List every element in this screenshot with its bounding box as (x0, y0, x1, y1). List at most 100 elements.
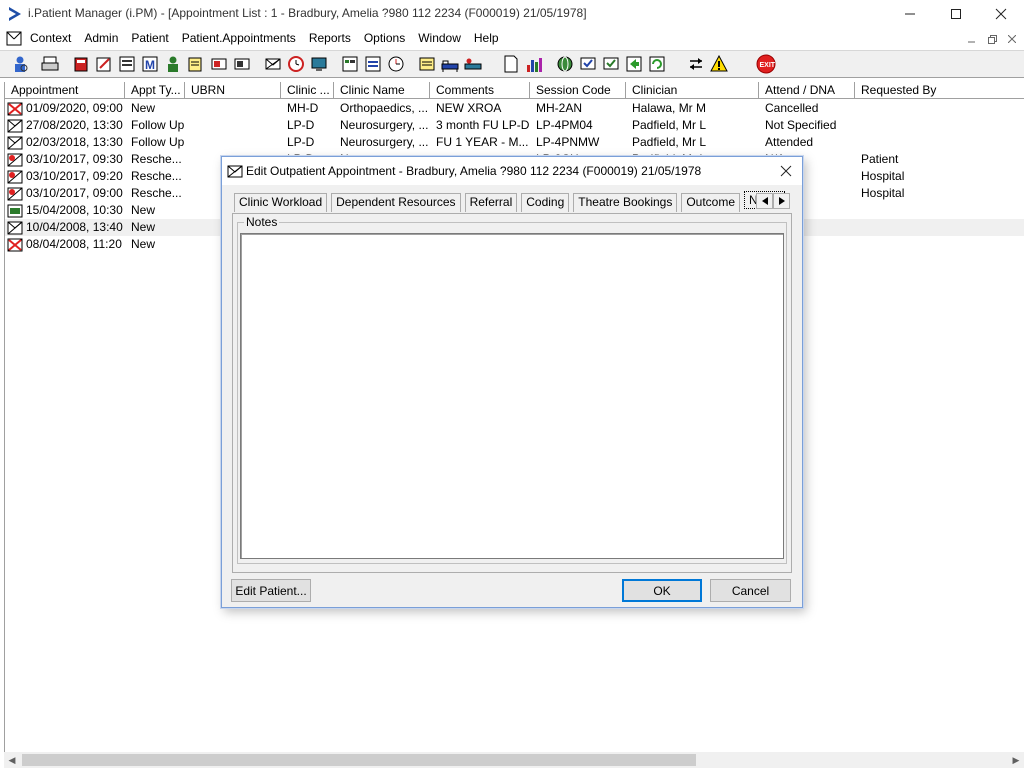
column-header-comments[interactable]: Comments (430, 82, 530, 99)
cell-requested-by (855, 236, 1024, 253)
toolbar-outcome-button[interactable] (601, 54, 621, 74)
toolbar-exit-button[interactable]: EXIT (756, 54, 776, 74)
cancelled-appointment-icon (7, 102, 23, 115)
swap-arrows-icon (690, 58, 702, 70)
toolbar-list-button[interactable] (340, 54, 360, 74)
toolbar-clock-button[interactable] (286, 54, 306, 74)
letter-m-icon: M (142, 56, 158, 72)
mdi-close-button[interactable] (1004, 32, 1020, 46)
bar-chart-icon (527, 58, 542, 72)
dialog-close-button[interactable] (776, 161, 796, 181)
menu-options[interactable]: Options (364, 31, 412, 45)
tab-outcome[interactable]: Outcome (681, 193, 741, 212)
tab-referral[interactable]: Referral (464, 193, 518, 212)
column-header-appointment[interactable]: Appointment (5, 82, 125, 99)
menu-bar: Context Admin Patient Patient.Appointmen… (0, 28, 1024, 49)
toolbar-note-button[interactable] (186, 54, 206, 74)
table-row[interactable]: 02/03/2018, 13:30 Follow Up LP-D Neurosurge… (5, 134, 1024, 151)
maximize-button[interactable] (933, 0, 979, 28)
menu-admin[interactable]: Admin (84, 31, 125, 45)
toolbar-scheduler-button[interactable] (386, 54, 406, 74)
toolbar-document-button[interactable] (501, 54, 521, 74)
menu-reports[interactable]: Reports (309, 31, 358, 45)
bed-icon (441, 60, 459, 72)
mdi-minimize-button[interactable] (964, 32, 980, 46)
scrollbar-thumb[interactable] (22, 754, 696, 766)
toolbar-m-button[interactable]: M (140, 54, 160, 74)
toolbar-book-button[interactable] (71, 54, 91, 74)
column-header-requested-by[interactable]: Requested By (855, 82, 1024, 99)
list-view-icon (342, 56, 358, 72)
toolbar-admission-button[interactable] (440, 54, 460, 74)
toolbar-refresh-button[interactable] (647, 54, 667, 74)
app-titlebar: i.Patient Manager (i.PM) - [Appointment … (0, 0, 1024, 28)
close-window-button[interactable] (978, 0, 1024, 28)
referral-flag-icon (234, 58, 250, 70)
tab-clinic-workload[interactable]: Clinic Workload (234, 193, 328, 212)
patient-search-button[interactable] (10, 54, 30, 74)
cell-clinician: Padfield, Mr L (632, 118, 707, 132)
cell-appointment: 03/10/2017, 09:30 (5, 151, 125, 168)
toolbar-stats-button[interactable] (524, 54, 544, 74)
column-header-appt-type[interactable]: Appt Ty... (125, 82, 185, 99)
horizontal-scrollbar[interactable]: ◀ ▶ (4, 752, 1024, 768)
minimize-button[interactable] (887, 0, 933, 28)
toolbar-transfer-button[interactable] (463, 54, 483, 74)
toolbar-referral2-button[interactable] (232, 54, 252, 74)
document-icon[interactable] (6, 31, 22, 46)
tab-coding[interactable]: Coding (521, 193, 570, 212)
toolbar-letters-button[interactable] (417, 54, 437, 74)
ipm-logo-icon (9, 7, 21, 21)
menu-context[interactable]: Context (30, 31, 78, 45)
column-header-clinic[interactable]: Clinic ... (281, 82, 334, 99)
tab-theatre-bookings[interactable]: Theatre Bookings (573, 193, 678, 212)
column-header-ubrn[interactable]: UBRN (185, 82, 281, 99)
cancel-button[interactable]: Cancel (710, 579, 791, 602)
print-button[interactable] (40, 54, 60, 74)
toolbar-appointment-button[interactable] (263, 54, 283, 74)
table-row[interactable]: 27/08/2020, 13:30 Follow Up LP-D Neurosurge… (5, 117, 1024, 134)
tab-scroll-right-button[interactable] (773, 193, 790, 209)
tab-scroll-left-button[interactable] (756, 193, 773, 209)
cell-comments: 3 month FU LP-D (436, 118, 530, 132)
main-toolbar: M EXIT (0, 50, 1024, 78)
menu-help[interactable]: Help (474, 31, 506, 45)
cell-clinic: LP-D (287, 118, 315, 132)
scroll-left-arrow-icon[interactable]: ◀ (4, 752, 20, 768)
cell-ubrn (185, 100, 281, 117)
cell-appointment: 01/09/2020, 09:00 (5, 100, 125, 117)
cell-appt-type: Follow Up (131, 118, 185, 132)
column-header-attend-dna[interactable]: Attend / DNA (759, 82, 855, 99)
cell-attend-dna: Not Specified (765, 118, 837, 132)
menu-patient-appointments[interactable]: Patient.Appointments (182, 31, 303, 45)
mdi-restore-button[interactable] (984, 32, 1000, 46)
toolbar-swap-button[interactable] (686, 54, 706, 74)
cell-comments: NEW XROA (436, 101, 502, 115)
toolbar-waitlist-button[interactable] (363, 54, 383, 74)
toolbar-clinician-button[interactable] (163, 54, 183, 74)
column-header-clinician[interactable]: Clinician (626, 82, 759, 99)
menu-window[interactable]: Window (418, 31, 468, 45)
column-header-clinic-name[interactable]: Clinic Name (334, 82, 430, 99)
menu-patient[interactable]: Patient (131, 31, 175, 45)
toolbar-check-in-button[interactable] (578, 54, 598, 74)
table-row[interactable]: 01/09/2020, 09:00 New MH-D Orthopaedics, ..… (5, 100, 1024, 117)
cell-requested-by (855, 202, 1024, 219)
toolbar-monitor-button[interactable] (309, 54, 329, 74)
blank-document-icon (504, 55, 518, 73)
toolbar-edit-button[interactable] (94, 54, 114, 74)
notes-group-label: Notes (244, 215, 280, 229)
toolbar-globe-button[interactable] (555, 54, 575, 74)
toolbar-discharge-button[interactable] (624, 54, 644, 74)
ok-button[interactable]: OK (622, 579, 702, 602)
column-header-session-code[interactable]: Session Code (530, 82, 626, 99)
toolbar-form-button[interactable] (117, 54, 137, 74)
toolbar-alert-button[interactable] (709, 54, 729, 74)
toolbar-referral-button[interactable] (209, 54, 229, 74)
edit-patient-button[interactable]: Edit Patient... (231, 579, 311, 602)
tab-dependent-resources[interactable]: Dependent Resources (331, 193, 461, 212)
cell-clinic-name: Orthopaedics, ... (340, 101, 429, 115)
scroll-right-arrow-icon[interactable]: ▶ (1008, 752, 1024, 768)
notes-textarea[interactable] (240, 233, 784, 559)
dialog-titlebar: Edit Outpatient Appointment - Bradbury, … (222, 157, 802, 185)
